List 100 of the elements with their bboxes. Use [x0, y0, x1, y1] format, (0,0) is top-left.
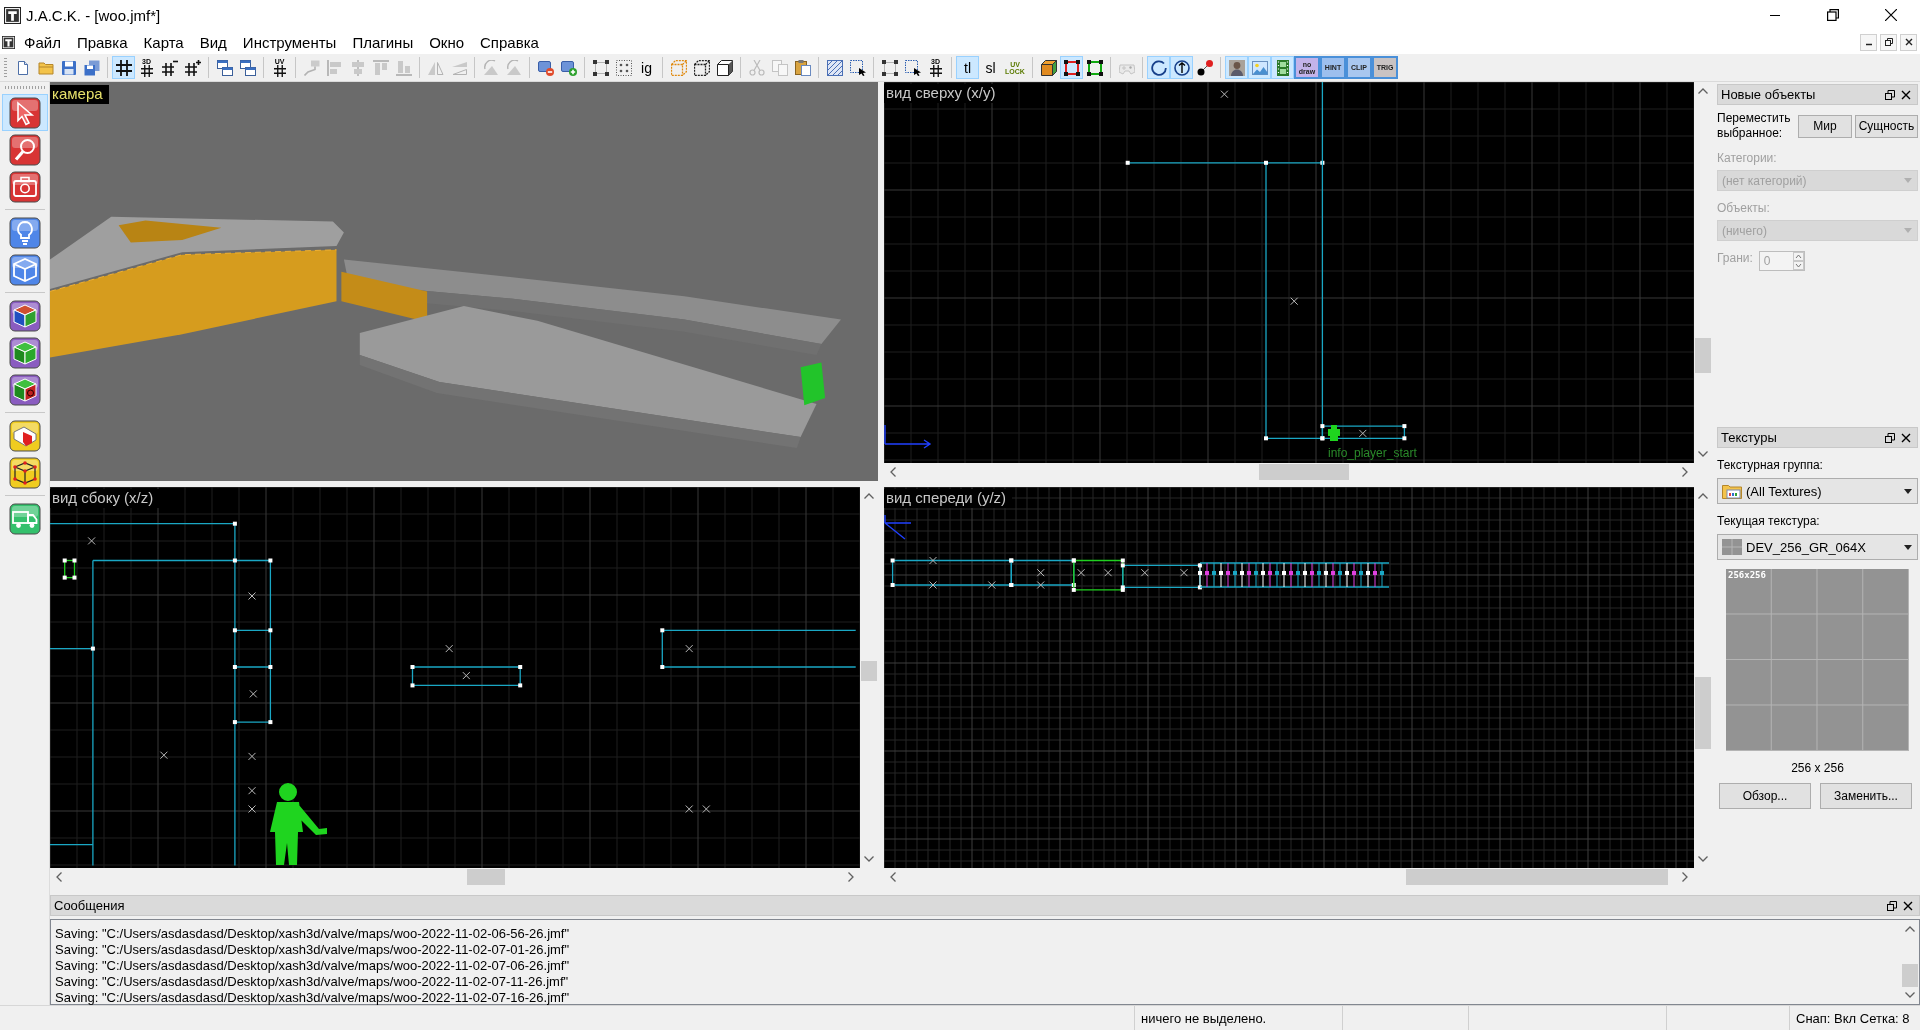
chevron-down-icon[interactable]: [1698, 856, 1708, 862]
menu-item[interactable]: Плагины: [344, 31, 422, 53]
restore-button[interactable]: [1880, 33, 1897, 51]
message-line: Saving: "C:/Users/asdasdasd/Desktop/xash3d/valve/maps/woo-2022-11-02-07-06-26.jmf": [55, 958, 571, 974]
cross-mark-icon: [248, 805, 256, 813]
cross-mark-icon: [249, 689, 258, 698]
texture-size-label: 256x256: [1728, 570, 1766, 580]
cross-mark-icon: [702, 805, 711, 813]
align-center-icon: [349, 59, 366, 76]
combo-box[interactable]: (All Textures): [1717, 478, 1918, 504]
caret-down-icon: [1904, 228, 1912, 233]
marquee-icon: [904, 59, 921, 76]
copy-icon: [771, 59, 788, 76]
grid-minus-icon: [161, 59, 178, 76]
menu-item[interactable]: Окно: [421, 31, 473, 53]
close-icon: [1904, 38, 1913, 46]
close-icon[interactable]: [1903, 900, 1913, 911]
roller-icon: [303, 59, 320, 76]
chevron-left-icon[interactable]: [890, 467, 896, 477]
cross-mark-icon: [1140, 568, 1149, 577]
windows-icon: [239, 59, 256, 76]
push-button[interactable]: Сущность: [1855, 114, 1918, 138]
restore-icon: [1884, 38, 1893, 46]
chevron-left-icon[interactable]: [890, 872, 896, 882]
cube-icon: [716, 59, 733, 76]
chevron-down-icon[interactable]: [864, 856, 874, 862]
box-plus-icon: [560, 59, 577, 76]
push-button[interactable]: Обзор...: [1719, 783, 1811, 809]
truck-icon: [8, 502, 41, 535]
chevron-right-icon[interactable]: [848, 872, 854, 882]
axis-gizmo-icon: [884, 514, 912, 540]
menu-item[interactable]: Карта: [135, 31, 192, 53]
scrollbar-thumb[interactable]: [1695, 338, 1711, 373]
field-label: Объекты:: [1717, 201, 1770, 215]
push-button[interactable]: Заменить...: [1820, 783, 1912, 809]
cross-mark-icon: [87, 536, 96, 545]
cross-mark-icon: [248, 592, 256, 600]
rotate-icon: [505, 59, 522, 76]
message-line: Saving: "C:/Users/asdasdasd/Desktop/xash3d/valve/maps/woo-2022-11-02-06-56-26.jmf": [55, 926, 571, 942]
close-icon: [1885, 9, 1897, 21]
toolbar-button[interactable]: [1170, 56, 1193, 79]
combo-box[interactable]: DEV_256_GR_064X: [1717, 534, 1918, 560]
scrollbar-thumb[interactable]: [1406, 869, 1668, 885]
grid-icon: [140, 65, 153, 77]
chevron-up-icon[interactable]: [1698, 88, 1708, 94]
menu-item[interactable]: Инструменты: [234, 31, 345, 53]
field-label: Категории:: [1717, 151, 1777, 165]
menu-item[interactable]: Правка: [68, 31, 136, 53]
block-icon: [8, 419, 41, 452]
scrollbar-thumb[interactable]: [1259, 464, 1349, 480]
scissors-icon: [748, 59, 765, 76]
magnifier-icon: [8, 133, 41, 166]
close-button[interactable]: [1900, 33, 1917, 51]
document-icon[interactable]: [2, 35, 15, 49]
grid-icon: [273, 65, 286, 77]
chevron-right-icon[interactable]: [1682, 467, 1688, 477]
toolbar-button[interactable]: [112, 56, 135, 79]
caret-down-icon: [1904, 544, 1912, 550]
scrollbar-thumb[interactable]: [1695, 677, 1711, 749]
chevron-up-icon[interactable]: [1905, 926, 1915, 932]
box-minus-icon: [537, 59, 554, 76]
field-label: Грани:: [1717, 251, 1753, 265]
toolbar-button[interactable]: ig: [635, 56, 658, 79]
close-icon[interactable]: [1901, 432, 1911, 443]
align-left-icon: [326, 59, 343, 76]
menu-item[interactable]: Вид: [191, 31, 235, 53]
cube-icon: [8, 253, 41, 286]
restore-icon: [1827, 9, 1839, 21]
toolbar-button[interactable]: sl: [979, 56, 1002, 79]
restore-icon[interactable]: [1885, 89, 1895, 100]
entity-label: info_player_start: [1328, 446, 1417, 460]
menu-item[interactable]: Справка: [472, 31, 547, 53]
mirror-triangles-icon: [450, 59, 467, 76]
push-button[interactable]: Мир: [1798, 114, 1852, 138]
camera-icon: [8, 170, 41, 203]
toolbar-button[interactable]: [1147, 56, 1170, 79]
chevron-up-icon[interactable]: [864, 493, 874, 499]
dashed-cube-icon: [670, 59, 687, 76]
chevron-down-icon[interactable]: [1905, 992, 1915, 998]
cross-mark-icon: [1180, 568, 1188, 577]
hatched-square-icon: [826, 59, 843, 76]
cross-mark-icon: [685, 805, 694, 813]
status-text: ничего не выделено.: [1141, 1010, 1267, 1026]
scrollbar-thumb[interactable]: [467, 869, 505, 885]
restore-icon[interactable]: [1885, 432, 1895, 443]
cross-mark-icon: [1220, 90, 1229, 99]
restore-icon[interactable]: [1887, 900, 1897, 911]
close-icon[interactable]: [1901, 89, 1911, 100]
message-line: Saving: "C:/Users/asdasdasd/Desktop/xash3d/valve/maps/woo-2022-11-02-07-11-26.jmf": [55, 974, 570, 990]
scrollbar-thumb[interactable]: [1902, 964, 1918, 987]
chevron-right-icon[interactable]: [1682, 872, 1688, 882]
scrollbar-thumb[interactable]: [861, 661, 877, 681]
toolbar-button[interactable]: tl: [956, 56, 979, 79]
menu-item[interactable]: Файл: [16, 31, 69, 53]
chevron-up-icon[interactable]: [1698, 493, 1708, 499]
person-icon: [1228, 59, 1245, 76]
cross-mark-icon: [1290, 297, 1299, 306]
chevron-down-icon[interactable]: [1698, 451, 1708, 457]
tool-button[interactable]: [1, 94, 48, 131]
chevron-left-icon[interactable]: [56, 872, 62, 882]
